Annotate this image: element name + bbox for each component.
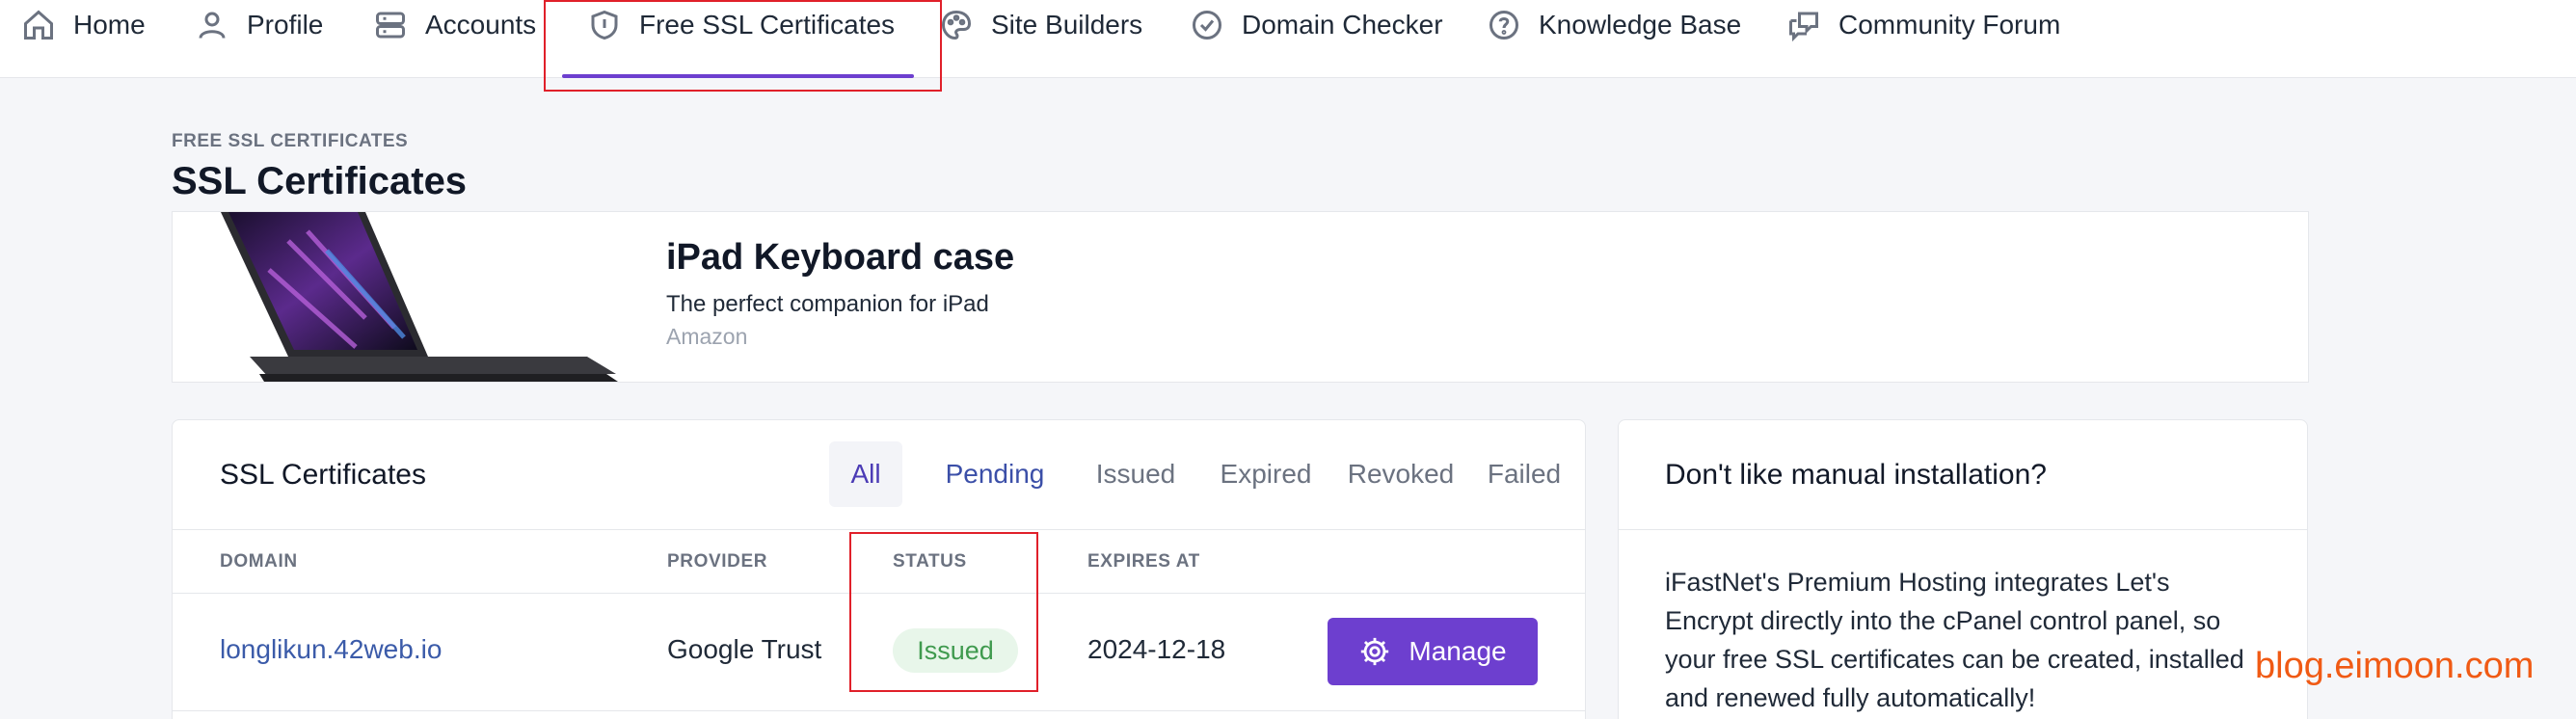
column-header-domain: DOMAIN [220, 551, 298, 572]
nav-item-label: Community Forum [1838, 10, 2061, 40]
nav-item-label: Site Builders [991, 10, 1143, 40]
nav-item-accounts[interactable]: Accounts [373, 0, 536, 78]
column-header-status: STATUS [893, 551, 967, 572]
user-icon [195, 8, 229, 42]
side-card-text: iFastNet's Premium Hosting integrates Le… [1665, 568, 2244, 712]
top-navigation: Home Profile Accounts Free SSL Certifica… [0, 0, 2576, 78]
ad-subtitle: The perfect companion for iPad [666, 291, 989, 317]
nav-item-home[interactable]: Home [21, 0, 146, 78]
nav-item-label: Domain Checker [1242, 10, 1443, 40]
manage-button[interactable]: Manage [1328, 618, 1538, 685]
home-icon [21, 8, 56, 42]
expires-cell: 2024-12-18 [1087, 634, 1226, 664]
status-badge: Issued [893, 628, 1018, 673]
tab-pending[interactable]: Pending [918, 441, 1072, 507]
tab-expired[interactable]: Expired [1198, 441, 1333, 507]
table-header-divider [173, 593, 1585, 594]
gear-icon [1361, 637, 1389, 666]
domain-link[interactable]: longlikun.42web.io [220, 634, 442, 665]
nav-item-knowledge-base[interactable]: Knowledge Base [1487, 0, 1741, 78]
ad-title: iPad Keyboard case [666, 237, 1015, 278]
shield-icon [587, 8, 622, 42]
column-header-provider: PROVIDER [667, 551, 768, 572]
check-circle-icon [1190, 8, 1224, 42]
column-header-expires-at: EXPIRES AT [1087, 551, 1200, 572]
ad-source: Amazon [666, 324, 748, 349]
ad-product-image [173, 212, 626, 382]
server-icon [373, 8, 408, 42]
nav-item-community-forum[interactable]: Community Forum [1786, 0, 2060, 78]
nav-item-label: Free SSL Certificates [639, 10, 896, 40]
nav-item-label: Home [73, 10, 146, 40]
ad-banner[interactable]: iPad Keyboard case The perfect companion… [172, 211, 2309, 383]
nav-item-label: Profile [247, 10, 324, 40]
card-divider [1619, 529, 2307, 530]
tab-failed[interactable]: Failed [1468, 441, 1580, 507]
question-circle-icon [1487, 8, 1521, 42]
page-title: SSL Certificates [172, 160, 468, 202]
nav-item-profile[interactable]: Profile [195, 0, 323, 78]
palette-icon [939, 8, 974, 42]
premium-hosting-card: Don't like manual installation? iFastNet… [1618, 419, 2308, 719]
manage-button-label: Manage [1409, 636, 1507, 666]
breadcrumb: FREE SSL CERTIFICATES [172, 131, 409, 151]
active-tab-indicator [562, 74, 914, 78]
tab-revoked[interactable]: Revoked [1333, 441, 1468, 507]
nav-item-free-ssl[interactable]: Free SSL Certificates [587, 0, 895, 78]
card-title: SSL Certificates [220, 459, 426, 491]
provider-cell: Google Trust [667, 634, 822, 664]
ssl-certificates-card: SSL Certificates All Pending Issued Expi… [172, 419, 1586, 719]
nav-item-domain-checker[interactable]: Domain Checker [1190, 0, 1443, 78]
nav-item-label: Knowledge Base [1539, 10, 1742, 40]
nav-item-site-builders[interactable]: Site Builders [939, 0, 1142, 78]
card-divider [173, 529, 1585, 530]
table-row-divider [173, 710, 1585, 711]
nav-item-label: Accounts [425, 10, 537, 40]
card-title: Don't like manual installation? [1665, 459, 2047, 491]
tab-all[interactable]: All [829, 441, 902, 507]
chat-icon [1786, 8, 1821, 42]
tab-issued[interactable]: Issued [1073, 441, 1198, 507]
watermark: blog.eimoon.com [2255, 646, 2535, 686]
